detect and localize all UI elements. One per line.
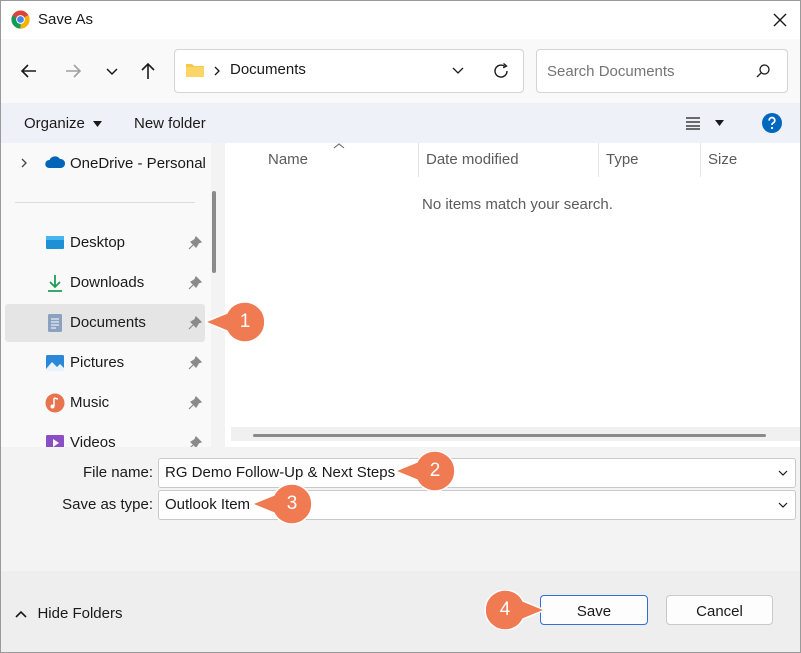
new-folder-button[interactable]: New folder [134, 115, 206, 132]
address-bar[interactable]: Documents [174, 49, 524, 93]
download-icon [48, 275, 62, 292]
sidebar-item-label: Videos [70, 434, 116, 447]
organize-label: Organize [24, 115, 85, 132]
file-name-value: RG Demo Follow-Up & Next Steps [165, 464, 396, 481]
command-bar: Organize New folder [1, 103, 800, 143]
address-row: Documents [1, 39, 800, 103]
sidebar-item-label: Pictures [70, 354, 125, 371]
music-icon [45, 393, 65, 413]
sidebar-item-downloads[interactable]: Downloads [5, 264, 205, 302]
chevron-down-icon[interactable] [777, 499, 789, 511]
folder-icon [186, 64, 204, 77]
breadcrumb-folder[interactable]: Documents [230, 61, 306, 78]
pin-icon[interactable] [188, 316, 202, 330]
column-header-type[interactable]: Type [606, 151, 639, 168]
navigation-pane: OneDrive - Personal Desktop Downloads Do… [1, 143, 211, 447]
expand-chevron-icon[interactable] [19, 157, 29, 169]
callout-4: 4 [479, 590, 545, 630]
sort-ascending-icon [333, 143, 345, 149]
help-icon[interactable] [762, 113, 782, 133]
view-options-icon[interactable] [685, 116, 701, 130]
pin-icon[interactable] [188, 236, 202, 250]
refresh-icon[interactable] [491, 61, 511, 81]
sidebar-item-pictures[interactable]: Pictures [5, 344, 205, 382]
callout-number: 3 [286, 493, 298, 514]
chrome-icon [11, 10, 30, 29]
caret-down-icon [93, 121, 103, 128]
close-icon[interactable] [769, 9, 791, 31]
sidebar-item-label: Downloads [70, 274, 145, 291]
sidebar-scrollbar[interactable] [212, 191, 216, 273]
column-header-date-modified[interactable]: Date modified [426, 151, 519, 168]
sidebar-item-documents[interactable]: Documents [5, 304, 205, 342]
pictures-icon [46, 355, 64, 371]
save-as-dialog: Save As Documents Search Documents Organ… [0, 0, 801, 653]
column-divider[interactable] [418, 143, 419, 177]
sidebar-item-onedrive[interactable]: OneDrive - Personal [70, 155, 206, 172]
save-as-type-label: Save as type: [62, 496, 153, 513]
up-arrow-icon[interactable] [136, 59, 160, 83]
back-arrow-icon[interactable] [17, 59, 41, 83]
sidebar-item-label: Documents [70, 314, 146, 331]
callout-2: 2 [395, 451, 461, 491]
recent-locations-chevron-icon[interactable] [100, 59, 124, 83]
file-list: Name Date modified Type Size No items ma… [225, 143, 800, 447]
save-button[interactable]: Save [540, 595, 648, 625]
cancel-button[interactable]: Cancel [666, 595, 773, 625]
callout-number: 1 [239, 311, 251, 332]
videos-icon [46, 435, 64, 447]
forward-arrow-icon[interactable] [61, 59, 85, 83]
address-dropdown-icon[interactable] [451, 64, 465, 78]
horizontal-scrollbar[interactable] [253, 434, 766, 437]
sidebar-item-music[interactable]: Music [5, 384, 205, 422]
callout-3: 3 [252, 484, 318, 524]
breadcrumb-chevron-icon [214, 66, 220, 76]
onedrive-icon [45, 156, 66, 168]
hide-folders-label: Hide Folders [37, 605, 123, 623]
pin-icon[interactable] [188, 396, 202, 410]
sidebar-item-desktop[interactable]: Desktop [5, 224, 205, 262]
empty-message: No items match your search. [422, 196, 613, 213]
desktop-icon [46, 236, 64, 249]
sidebar-item-videos[interactable]: Videos [5, 424, 205, 447]
pin-icon[interactable] [188, 276, 202, 290]
pin-icon[interactable] [188, 436, 202, 447]
title-bar: Save As [1, 1, 800, 39]
documents-icon [48, 314, 62, 332]
file-name-label: File name: [82, 464, 153, 481]
sidebar-item-label: Music [70, 394, 110, 411]
view-dropdown-caret-icon[interactable] [715, 120, 724, 126]
callout-1: 1 [205, 302, 271, 342]
column-header-size[interactable]: Size [708, 151, 737, 168]
divider [15, 202, 195, 203]
search-box[interactable] [536, 49, 788, 93]
column-divider[interactable] [700, 143, 701, 177]
chevron-down-icon[interactable] [777, 467, 789, 479]
column-divider[interactable] [598, 143, 599, 177]
column-header-name[interactable]: Name [268, 151, 308, 168]
organize-menu[interactable]: Organize [24, 115, 103, 132]
save-as-type-value: Outlook Item [165, 496, 251, 513]
pin-icon[interactable] [188, 356, 202, 370]
dialog-title: Save As [38, 11, 94, 28]
callout-number: 2 [429, 460, 441, 481]
dialog-footer: Hide Folders Save Cancel [1, 571, 800, 652]
sidebar-item-label: Desktop [70, 234, 126, 251]
chevron-up-icon [15, 610, 27, 618]
callout-number: 4 [499, 599, 511, 620]
hide-folders-toggle[interactable]: Hide Folders [15, 605, 123, 623]
search-icon[interactable] [755, 63, 771, 79]
search-input[interactable] [545, 60, 749, 82]
